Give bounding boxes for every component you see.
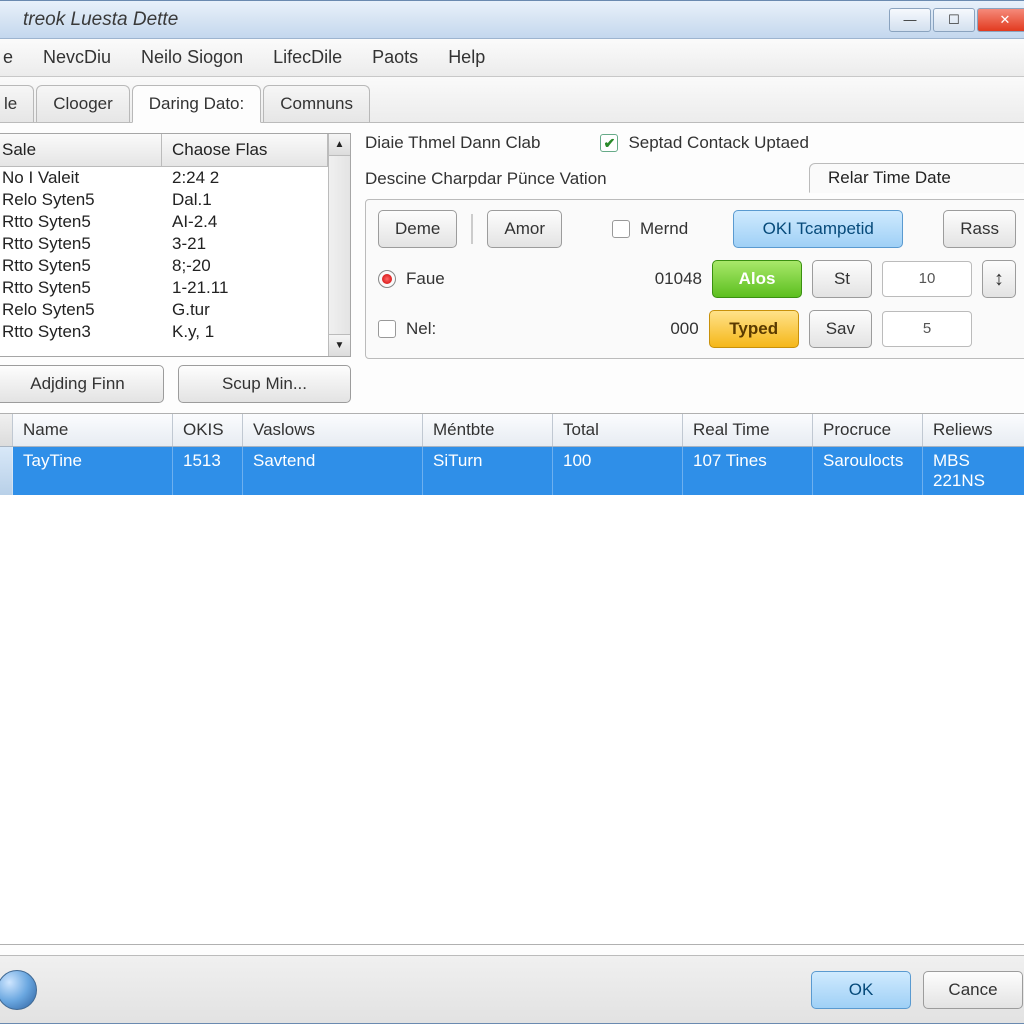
scrollbar-vertical[interactable]: ▲ ▼ bbox=[328, 134, 350, 356]
app-window: treok Luesta Dette — ☐ ✕ e NevcDiu Neilo… bbox=[0, 0, 1024, 1024]
cell[interactable]: SiTurn bbox=[423, 447, 553, 495]
panel-tab[interactable]: Relar Time Date bbox=[809, 163, 1024, 193]
checkbox-label: Nel: bbox=[406, 319, 436, 339]
list-header[interactable]: Chaose Flas bbox=[162, 134, 328, 166]
tab[interactable]: Clooger bbox=[36, 85, 130, 122]
value-display: 01048 bbox=[642, 269, 702, 289]
tab[interactable]: Comnuns bbox=[263, 85, 370, 122]
col-header[interactable]: OKIS bbox=[173, 414, 243, 446]
left-listview[interactable]: Sale Chaose Flas No I Valeit2:24 2 Relo … bbox=[0, 133, 351, 357]
list-cell[interactable]: Relo Syten5 bbox=[0, 299, 162, 321]
list-cell[interactable]: AI-2.4 bbox=[162, 211, 328, 233]
cell[interactable]: TayTine bbox=[13, 447, 173, 495]
control-panel: Deme Amor Mernd OKI Tcampetid Rass Faue bbox=[365, 199, 1024, 359]
list-cell[interactable]: 3-21 bbox=[162, 233, 328, 255]
footer: OK Cance bbox=[0, 955, 1024, 1023]
list-cell[interactable]: Relo Syten5 bbox=[0, 189, 162, 211]
scroll-up-icon[interactable]: ▲ bbox=[329, 134, 350, 156]
menu-item-help[interactable]: Help bbox=[434, 43, 499, 72]
content-area: Sale Chaose Flas No I Valeit2:24 2 Relo … bbox=[0, 123, 1024, 955]
minimize-button[interactable]: — bbox=[889, 8, 931, 32]
spin-box[interactable]: 5 bbox=[882, 311, 972, 347]
radio-faue[interactable] bbox=[378, 270, 396, 288]
cell[interactable]: Saroulocts bbox=[813, 447, 923, 495]
list-cell[interactable]: 2:24 2 bbox=[162, 167, 328, 189]
data-grid[interactable]: Name OKIS Vaslows Méntbte Total Real Tim… bbox=[0, 413, 1024, 945]
typed-button[interactable]: Typed bbox=[709, 310, 799, 348]
titlebar: treok Luesta Dette — ☐ ✕ bbox=[0, 1, 1024, 39]
list-cell[interactable]: Rtto Syten3 bbox=[0, 321, 162, 343]
sav-button[interactable]: Sav bbox=[809, 310, 872, 348]
tab[interactable]: le bbox=[0, 85, 34, 122]
list-header[interactable]: Sale bbox=[0, 134, 162, 166]
list-cell[interactable]: No I Valeit bbox=[0, 167, 162, 189]
cell[interactable]: 1513 bbox=[173, 447, 243, 495]
top-label: Diaie Thmel Dann Clab bbox=[365, 133, 540, 153]
menu-item[interactable]: Paots bbox=[358, 43, 432, 72]
spinner-icon[interactable]: ↕ bbox=[982, 260, 1016, 298]
col-header[interactable]: Total bbox=[553, 414, 683, 446]
tab-active[interactable]: Daring Dato: bbox=[132, 85, 261, 123]
adjding-button[interactable]: Adjding Finn bbox=[0, 365, 164, 403]
ok-button[interactable]: OK bbox=[811, 971, 911, 1009]
cancel-button[interactable]: Cance bbox=[923, 971, 1023, 1009]
table-row[interactable]: TayTine 1513 Savtend SiTurn 100 107 Tine… bbox=[0, 447, 1024, 495]
checkbox-nel[interactable] bbox=[378, 320, 396, 338]
list-cell[interactable]: Rtto Syten5 bbox=[0, 211, 162, 233]
list-cell[interactable]: 1-21.11 bbox=[162, 277, 328, 299]
cell[interactable]: 107 Tines bbox=[683, 447, 813, 495]
list-cell[interactable]: Rtto Syten5 bbox=[0, 255, 162, 277]
list-cell[interactable]: Rtto Syten5 bbox=[0, 233, 162, 255]
tabstrip: le Clooger Daring Dato: Comnuns bbox=[0, 77, 1024, 123]
menu-item[interactable]: Neilo Siogon bbox=[127, 43, 257, 72]
desc-label: Descine Charpdar Pünce Vation bbox=[365, 169, 607, 189]
list-cell[interactable]: Dal.1 bbox=[162, 189, 328, 211]
col-header[interactable]: Name bbox=[13, 414, 173, 446]
spin-box[interactable]: 10 bbox=[882, 261, 972, 297]
checkbox-label: Mernd bbox=[640, 219, 688, 239]
row-selector-header[interactable] bbox=[0, 414, 13, 446]
menu-item[interactable]: e bbox=[0, 43, 27, 72]
radio-label: Faue bbox=[406, 269, 445, 289]
scup-button[interactable]: Scup Min... bbox=[178, 365, 351, 403]
col-header[interactable]: Procruce bbox=[813, 414, 923, 446]
rass-button[interactable]: Rass bbox=[943, 210, 1016, 248]
col-header[interactable]: Vaslows bbox=[243, 414, 423, 446]
menubar: e NevcDiu Neilo Siogon LifecDile Paots H… bbox=[0, 39, 1024, 77]
amor-button[interactable]: Amor bbox=[487, 210, 562, 248]
maximize-button[interactable]: ☐ bbox=[933, 8, 975, 32]
alos-button[interactable]: Alos bbox=[712, 260, 802, 298]
list-cell[interactable]: G.tur bbox=[162, 299, 328, 321]
oki-button[interactable]: OKI Tcampetid bbox=[733, 210, 903, 248]
list-body[interactable]: No I Valeit2:24 2 Relo Syten5Dal.1 Rtto … bbox=[0, 167, 328, 356]
checkbox-mernd[interactable] bbox=[612, 220, 630, 238]
checkbox-septad[interactable]: ✔ bbox=[600, 134, 618, 152]
row-selector[interactable] bbox=[0, 447, 13, 495]
menu-item[interactable]: LifecDile bbox=[259, 43, 356, 72]
list-cell[interactable]: K.y, 1 bbox=[162, 321, 328, 343]
cell[interactable]: MBS 221NS bbox=[923, 447, 1024, 495]
col-header[interactable]: Real Time bbox=[683, 414, 813, 446]
close-button[interactable]: ✕ bbox=[977, 8, 1024, 32]
value-display: 000 bbox=[639, 319, 699, 339]
col-header[interactable]: Méntbte bbox=[423, 414, 553, 446]
deme-button[interactable]: Deme bbox=[378, 210, 457, 248]
col-header[interactable]: Reliews bbox=[923, 414, 1024, 446]
window-title: treok Luesta Dette bbox=[0, 9, 889, 31]
cell[interactable]: 100 bbox=[553, 447, 683, 495]
orb-icon bbox=[0, 970, 37, 1010]
st-button[interactable]: St bbox=[812, 260, 872, 298]
checkbox-label: Septad Contack Uptaed bbox=[628, 133, 809, 153]
list-cell[interactable]: 8;-20 bbox=[162, 255, 328, 277]
cell[interactable]: Savtend bbox=[243, 447, 423, 495]
list-cell[interactable]: Rtto Syten5 bbox=[0, 277, 162, 299]
menu-item[interactable]: NevcDiu bbox=[29, 43, 125, 72]
scroll-down-icon[interactable]: ▼ bbox=[329, 334, 350, 356]
